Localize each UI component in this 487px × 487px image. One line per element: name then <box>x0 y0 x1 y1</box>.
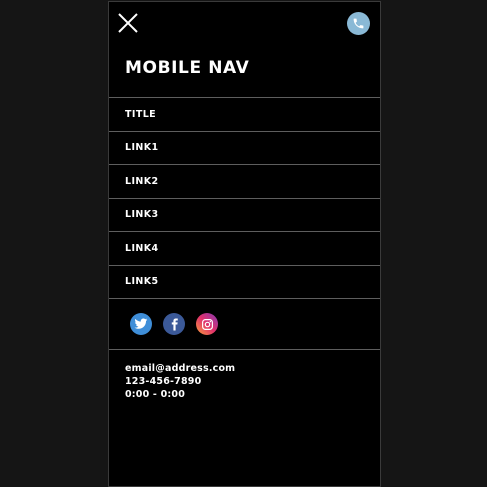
nav-menu: TITLE LINK1 LINK2 LINK3 LINK4 LINK5 <box>109 97 380 298</box>
contact-email: email@address.com <box>125 363 236 374</box>
menu-item-link2[interactable]: LINK2 <box>109 164 380 198</box>
close-button[interactable] <box>117 12 139 34</box>
menu-title: TITLE <box>109 97 380 131</box>
menu-item-link4[interactable]: LINK4 <box>109 231 380 265</box>
mobile-nav-panel: MOBILE NAV TITLE LINK1 LINK2 LINK3 LINK4… <box>108 1 381 487</box>
contact-phone: 123-456-7890 <box>125 376 202 387</box>
menu-item-link1[interactable]: LINK1 <box>109 130 380 165</box>
menu-item-link5[interactable]: LINK5 <box>109 264 380 299</box>
phone-icon <box>353 18 364 29</box>
social-links <box>109 298 380 350</box>
contact-hours: 0:00 - 0:00 <box>125 389 186 400</box>
close-icon <box>118 13 138 33</box>
twitter-icon <box>134 318 148 329</box>
phone-button[interactable] <box>347 12 370 35</box>
menu-item-link3[interactable]: LINK3 <box>109 197 380 232</box>
page-title: MOBILE NAV <box>125 58 250 78</box>
contact-info: email@address.com 123-456-7890 0:00 - 0:… <box>125 362 235 401</box>
facebook-icon <box>171 318 178 330</box>
instagram-button[interactable] <box>196 313 218 335</box>
twitter-button[interactable] <box>130 313 152 335</box>
facebook-button[interactable] <box>163 313 185 335</box>
instagram-icon <box>201 318 213 330</box>
